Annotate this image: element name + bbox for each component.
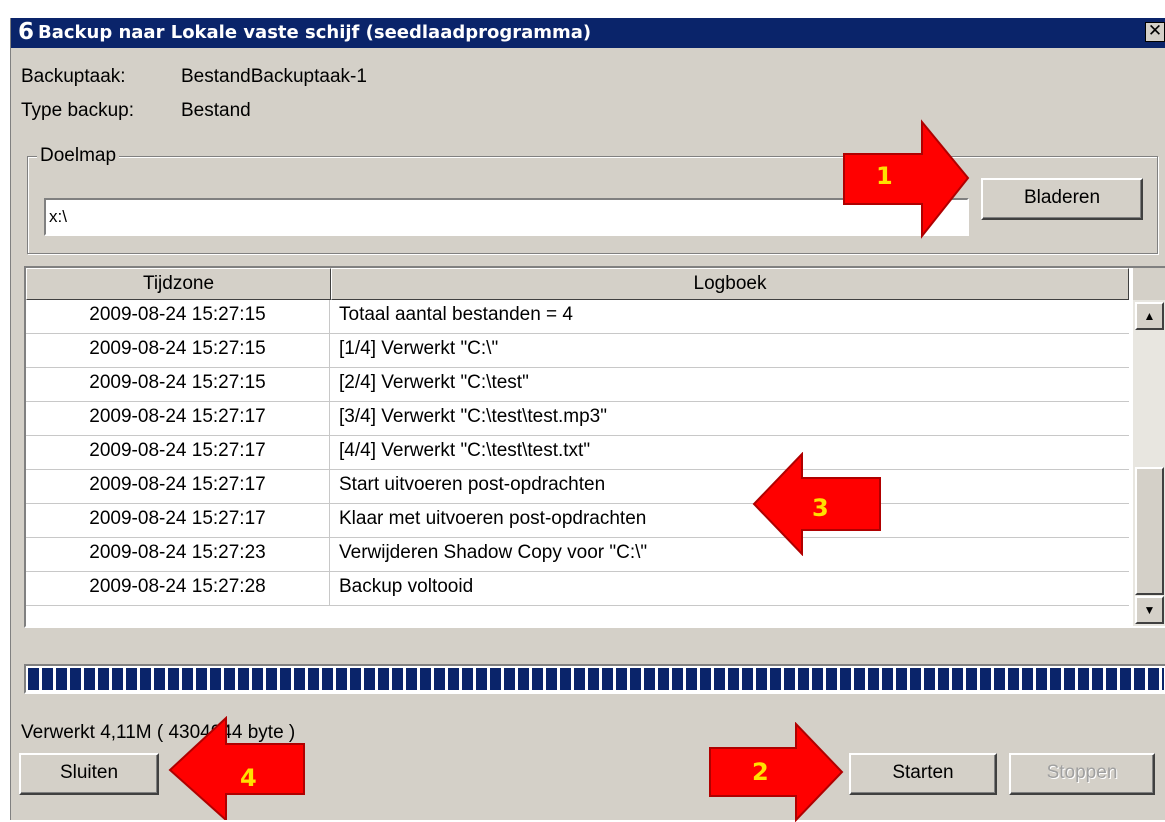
column-header-log[interactable]: Logboek: [331, 268, 1129, 300]
annotation-arrow-2: [709, 722, 844, 822]
backup-type-label: Type backup:: [21, 100, 135, 121]
log-scrollbar[interactable]: ▲ ▼: [1133, 268, 1165, 626]
arrow-up-icon: ▲: [1143, 309, 1156, 323]
cell-time: 2009-08-24 15:27:28: [26, 572, 330, 605]
cell-message: Start uitvoeren post-opdrachten: [339, 474, 606, 495]
app-icon: 6: [18, 19, 35, 45]
backup-dialog: 6 Backup naar Lokale vaste schijf (seedl…: [10, 18, 1165, 820]
scroll-up-button[interactable]: ▲: [1135, 302, 1164, 330]
cell-message: Backup voltooid: [339, 576, 474, 597]
cell-message: Totaal aantal bestanden = 4: [339, 304, 573, 325]
column-header-time[interactable]: Tijdzone: [26, 268, 331, 300]
cell-time: 2009-08-24 15:27:23: [26, 538, 330, 571]
table-row[interactable]: 2009-08-24 15:27:23 Verwijderen Shadow Co…: [26, 538, 1129, 572]
table-row[interactable]: 2009-08-24 15:27:17 [3/4] Verwerkt "C:\te…: [26, 402, 1129, 436]
table-row[interactable]: 2009-08-24 15:27:17 [4/4] Verwerkt "C:\te…: [26, 436, 1129, 470]
cell-time: 2009-08-24 15:27:17: [26, 470, 330, 503]
annotation-number-2: 2: [752, 758, 769, 786]
scroll-down-button[interactable]: ▼: [1135, 596, 1164, 624]
target-folder-legend: Doelmap: [37, 145, 120, 167]
table-row[interactable]: 2009-08-24 15:27:17 Klaar met uitvoeren p…: [26, 504, 1129, 538]
annotation-arrow-1: [843, 119, 970, 239]
scrollbar-corner: [1133, 268, 1165, 300]
window-title: Backup naar Lokale vaste schijf (seedlaa…: [38, 22, 592, 43]
start-button[interactable]: Starten: [849, 753, 997, 795]
stop-button[interactable]: Stoppen: [1009, 753, 1155, 795]
cell-time: 2009-08-24 15:27:15: [26, 334, 330, 367]
backup-task-value: BestandBackuptaak-1: [181, 66, 367, 87]
log-table: Tijdzone Logboek 2009-08-24 15:27:15 Tota…: [24, 266, 1165, 628]
cell-message: Verwijderen Shadow Copy voor "C:\": [339, 542, 648, 563]
close-icon: ✕: [1147, 21, 1163, 41]
backup-task-label: Backuptaak:: [21, 66, 126, 87]
browse-button[interactable]: Bladeren: [981, 178, 1143, 220]
scroll-thumb[interactable]: [1135, 467, 1164, 595]
close-window-button[interactable]: ✕: [1145, 22, 1165, 42]
cell-time: 2009-08-24 15:27:15: [26, 368, 330, 401]
annotation-arrow-4: [168, 716, 305, 820]
cell-message: [3/4] Verwerkt "C:\test\test.mp3": [339, 406, 607, 427]
annotation-number-3: 3: [812, 494, 829, 522]
annotation-number-1: 1: [876, 162, 893, 190]
cell-message: [1/4] Verwerkt "C:\": [339, 338, 499, 359]
arrow-down-icon: ▼: [1143, 603, 1156, 617]
title-bar[interactable]: 6 Backup naar Lokale vaste schijf (seedl…: [11, 18, 1165, 48]
table-row[interactable]: 2009-08-24 15:27:15 [1/4] Verwerkt "C:\": [26, 334, 1129, 368]
table-row[interactable]: 2009-08-24 15:27:15 [2/4] Verwerkt "C:\te…: [26, 368, 1129, 402]
target-path-input[interactable]: [44, 198, 969, 236]
cell-time: 2009-08-24 15:27:17: [26, 436, 330, 469]
table-row[interactable]: 2009-08-24 15:27:28 Backup voltooid: [26, 572, 1129, 606]
table-row[interactable]: 2009-08-24 15:27:15 Totaal aantal bestand…: [26, 300, 1129, 334]
cell-time: 2009-08-24 15:27:15: [26, 300, 330, 333]
progress-fill: [28, 668, 1164, 690]
backup-type-value: Bestand: [181, 100, 251, 121]
annotation-number-4: 4: [240, 764, 257, 792]
cell-time: 2009-08-24 15:27:17: [26, 504, 330, 537]
cell-message: [2/4] Verwerkt "C:\test": [339, 372, 529, 393]
progress-bar: [24, 664, 1165, 694]
close-button[interactable]: Sluiten: [19, 753, 159, 795]
cell-message: Klaar met uitvoeren post-opdrachten: [339, 508, 647, 529]
table-row[interactable]: 2009-08-24 15:27:17 Start uitvoeren post-…: [26, 470, 1129, 504]
cell-time: 2009-08-24 15:27:17: [26, 402, 330, 435]
cell-message: [4/4] Verwerkt "C:\test\test.txt": [339, 440, 591, 461]
